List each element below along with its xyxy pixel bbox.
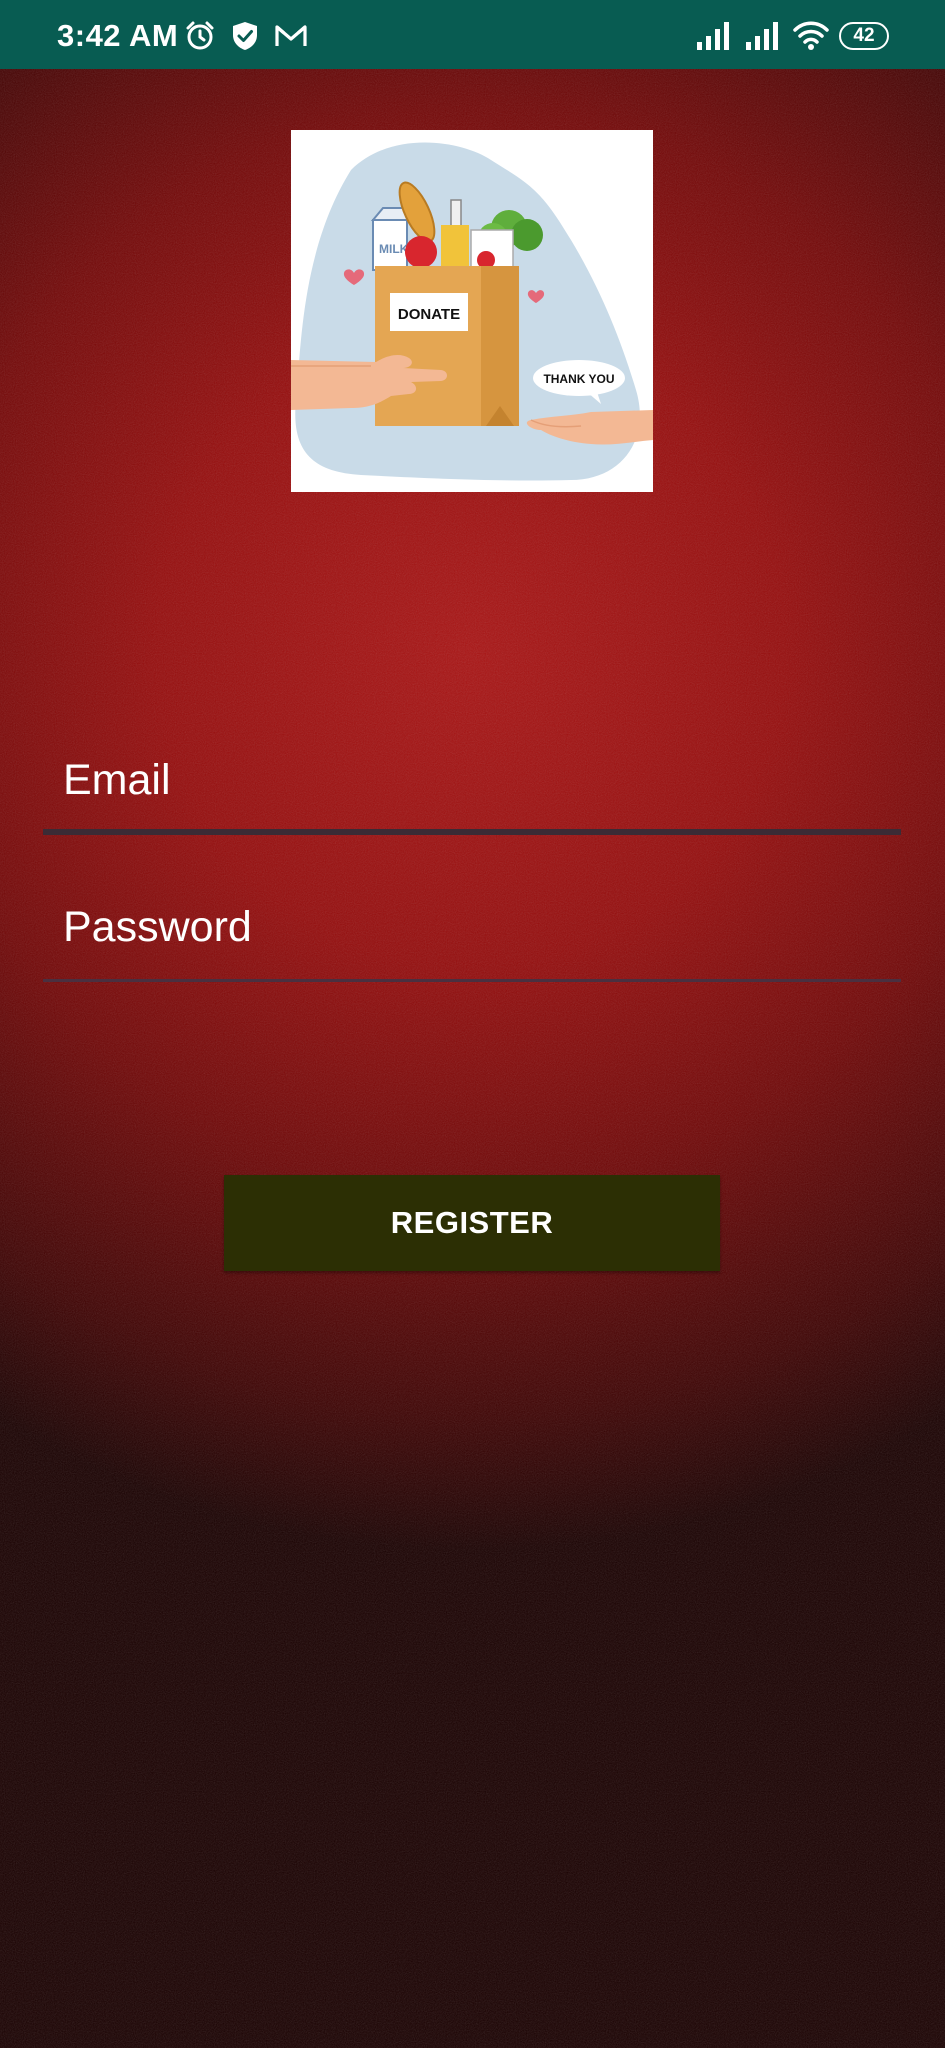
email-underline [43,829,901,835]
status-bar: 3:42 AM 42 [0,0,945,69]
register-button[interactable]: REGISTER [224,1175,720,1271]
wifi-icon [793,20,829,52]
battery-icon: 42 [839,22,889,50]
password-field[interactable] [43,872,901,982]
password-underline [43,979,901,982]
email-field[interactable] [43,725,901,835]
speech-bubble-text: THANK YOU [543,372,614,386]
status-time: 3:42 AM [57,18,179,53]
shield-check-icon [229,20,261,52]
signal-icon [695,20,733,52]
gmail-icon [273,20,309,52]
password-input[interactable] [43,872,901,982]
carton-label: MILK [379,242,409,256]
alarm-icon [184,20,216,52]
email-input[interactable] [43,725,901,835]
bag-label: DONATE [398,306,460,323]
signal-icon [744,20,782,52]
donation-logo: MILK DONATE THANK YOU [291,130,653,492]
